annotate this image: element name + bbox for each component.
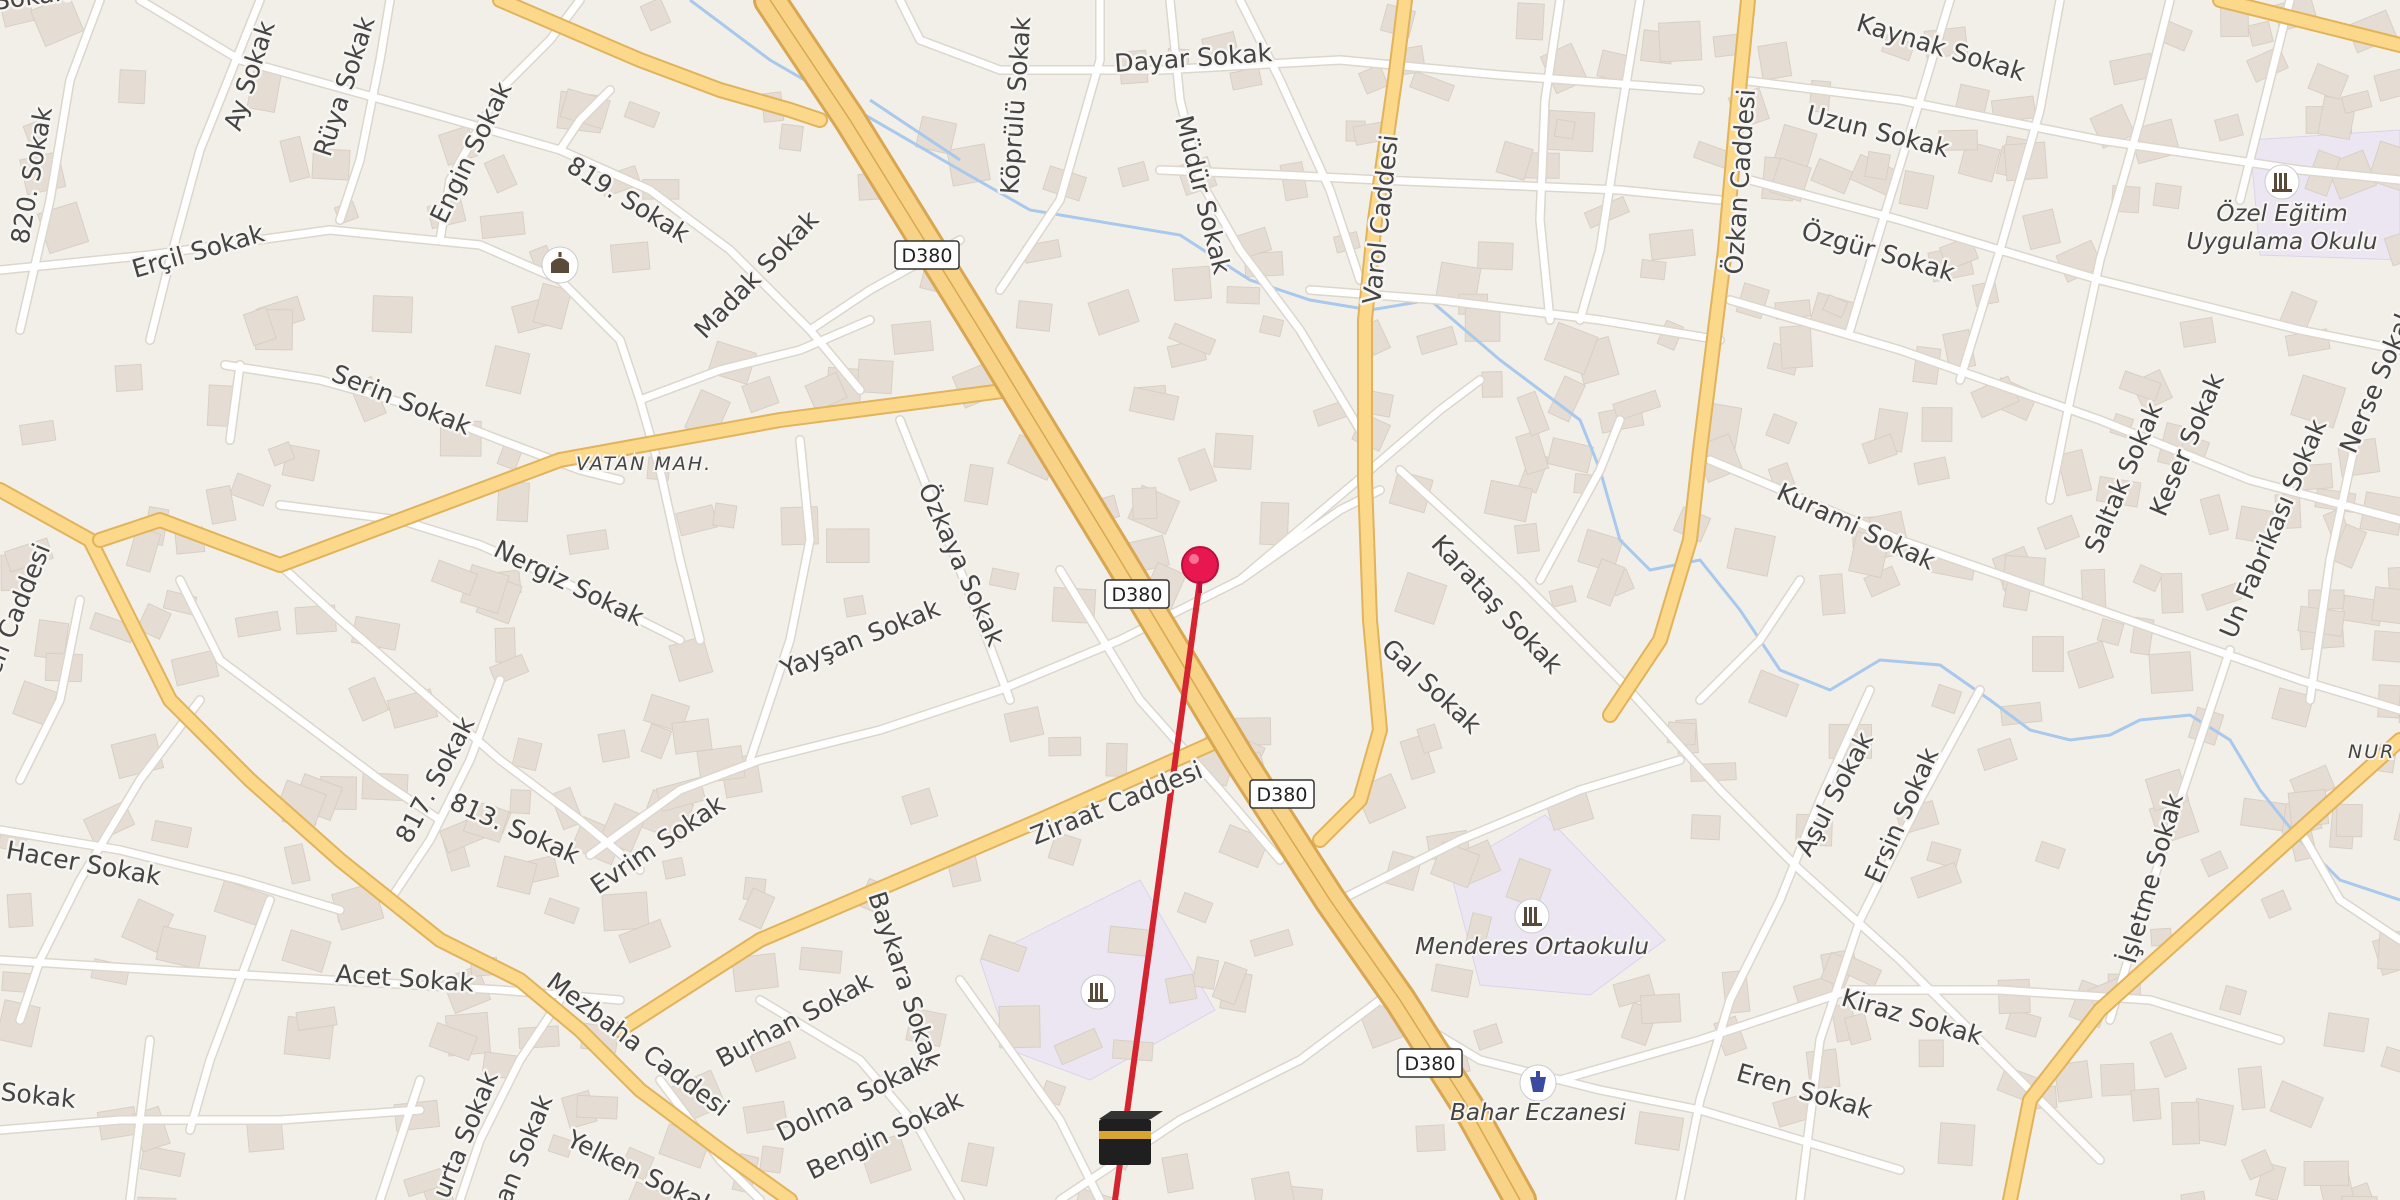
building [826,528,870,564]
d380-shield: D380 [1249,779,1315,809]
building [597,729,631,763]
building [2335,803,2363,838]
building [1213,432,1254,470]
pharmacy-icon[interactable] [1519,1064,1557,1102]
building [1639,993,1682,1025]
building [1477,241,1514,271]
building [2032,636,2064,672]
building [1918,1039,1944,1068]
building [1648,229,1696,261]
building [1690,814,1721,841]
building [1921,407,1953,442]
building [576,1094,619,1120]
svg-text:D380: D380 [1405,1053,1456,1075]
building [1191,956,1220,990]
building [2160,572,2184,614]
building [609,241,651,273]
svg-text:D380: D380 [1257,784,1308,806]
building [1898,169,1935,210]
d380-shield: D380 [894,240,960,270]
poi-label: Bahar Eczanesi [1450,1100,1626,1126]
poi-label: Uygulama Okulu [2187,229,2378,255]
svg-text:D380: D380 [1112,584,1163,606]
building [2323,1012,2370,1053]
building [2372,630,2400,664]
building [661,856,686,880]
building [2171,1101,2201,1146]
building [1015,300,1053,332]
building [1415,1124,1446,1153]
building [2340,1195,2378,1200]
mosque-icon[interactable] [541,246,579,284]
building [494,627,516,663]
building [479,211,526,240]
building [1513,522,1540,554]
map-canvas[interactable]: Kaynak Sokak Dayar Sokak Uzun Sokak Özgü… [0,0,2400,1200]
building [1657,20,1703,63]
d380-shield: D380 [1397,1048,1463,1078]
building [798,946,843,974]
building [1726,527,1776,577]
building [2100,1062,2136,1097]
building [509,789,532,815]
neighborhood-label: NUR [2348,741,2395,763]
building [1048,736,1082,757]
building [759,1145,784,1174]
building [1164,973,1198,1004]
building [712,502,738,529]
building [371,295,414,334]
building [246,1121,285,1153]
building [1779,324,1814,369]
school-icon[interactable] [1514,898,1550,934]
building [601,891,650,932]
poi-label: Menderes Ortaokulu [1415,934,1649,960]
building [1937,1122,1976,1167]
building [843,594,867,618]
building [671,718,713,755]
school-icon[interactable] [1080,974,1116,1010]
building [2179,316,2217,348]
building [2130,1087,2162,1122]
building [6,892,34,928]
building [1171,265,1213,302]
building [1161,1153,1194,1194]
svg-text:D380: D380 [902,245,953,267]
building [1634,1111,1685,1151]
building [778,123,804,152]
building [2152,182,2182,210]
building [2247,20,2274,47]
building [1553,118,1576,140]
building [2371,586,2400,626]
poi-label: Özel Eğitim [2216,199,2347,227]
building [1639,258,1667,281]
building [1515,2,1545,41]
building [1757,41,1793,81]
building [118,69,147,105]
d380-shield: D380 [1104,579,1170,609]
building [2303,1160,2349,1187]
school-icon[interactable] [2264,164,2300,200]
building [1864,150,1891,181]
building [1481,371,1503,398]
building [891,320,934,355]
building [1226,285,1261,305]
building [1819,573,1846,616]
building [2148,651,2194,694]
neighborhood-label: VATAN MAH. [576,453,712,475]
building [2237,1065,2266,1111]
building [1105,742,1128,777]
building [1131,487,1158,520]
building [114,363,144,392]
